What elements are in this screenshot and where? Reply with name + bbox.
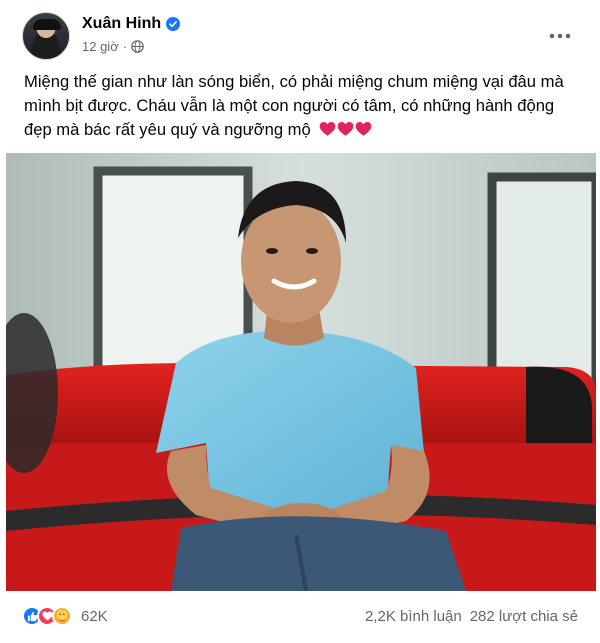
more-options-button[interactable] (542, 18, 578, 54)
meta-separator: · (122, 39, 128, 54)
heart-icon (320, 122, 336, 136)
post-timestamp[interactable]: 12 giờ (82, 39, 119, 54)
reactions-summary[interactable]: 62K (22, 606, 108, 626)
reaction-count: 62K (81, 607, 108, 625)
reaction-icons (22, 606, 72, 626)
post-body: Miệng thế gian như làn sóng biển, có phả… (24, 70, 584, 142)
more-options-icon (549, 33, 571, 39)
post-footer: 62K 2,2K bình luận 282 lượt chia sẻ (22, 600, 578, 632)
heart-emojis (319, 121, 372, 137)
author-row: Xuân Hinh (82, 15, 181, 33)
care-icon (52, 606, 72, 626)
post-header: Xuân Hinh 12 giờ · (22, 12, 578, 64)
globe-icon (131, 40, 144, 53)
author-avatar[interactable] (22, 12, 70, 60)
engagement-counts: 2,2K bình luận 282 lượt chia sẻ (365, 608, 578, 625)
post-meta: 12 giờ · (82, 39, 144, 54)
post-text: Miệng thế gian như làn sóng biển, có phả… (24, 72, 564, 139)
heart-icon (338, 122, 354, 136)
photo-illustration (6, 153, 596, 591)
verified-badge-icon (166, 17, 181, 31)
facebook-post: Xuân Hinh 12 giờ · Miệng thế gian như là… (0, 0, 600, 643)
post-photo[interactable] (6, 153, 596, 591)
heart-icon (356, 122, 372, 136)
comment-count-link[interactable]: 2,2K bình luận (365, 608, 462, 625)
author-name[interactable]: Xuân Hinh (82, 15, 161, 33)
share-count-link[interactable]: 282 lượt chia sẻ (470, 608, 578, 625)
